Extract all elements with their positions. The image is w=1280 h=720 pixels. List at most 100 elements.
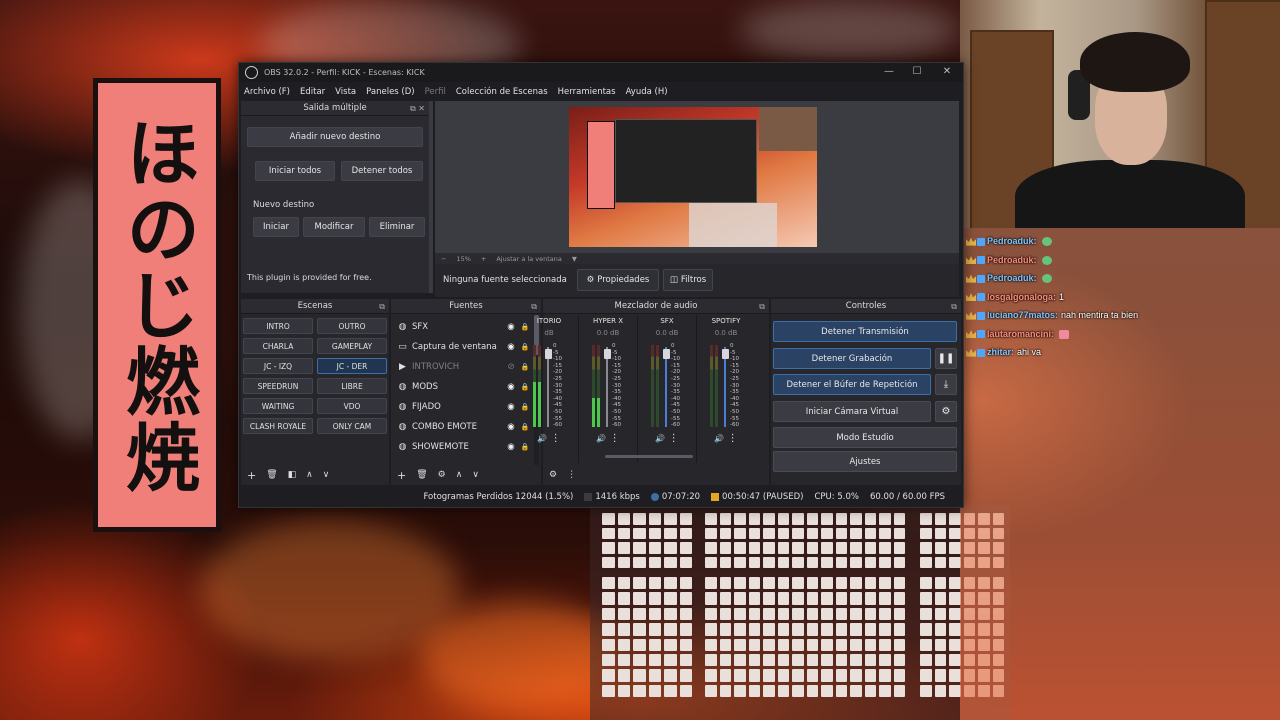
- delete-destination-button[interactable]: Eliminar: [369, 217, 425, 237]
- pause-icon[interactable]: ❚❚: [935, 348, 957, 369]
- menu-file[interactable]: Archivo (F): [239, 87, 295, 97]
- source-item[interactable]: ◍ SFX ◉ 🔒: [391, 317, 533, 337]
- scene-filter-icon[interactable]: ◧: [288, 470, 297, 480]
- volume-slider[interactable]: [544, 347, 552, 427]
- db-tick: -50: [730, 408, 739, 415]
- more-menu-icon[interactable]: ⋮: [665, 433, 679, 444]
- scene-button[interactable]: INTRO: [243, 318, 313, 334]
- eye-icon[interactable]: ◉: [505, 442, 517, 452]
- chevron-down-icon[interactable]: ▼: [572, 255, 577, 263]
- menu-scene-collection[interactable]: Colección de Escenas: [451, 87, 553, 97]
- speaker-icon[interactable]: 🔊: [596, 434, 606, 443]
- gear-icon[interactable]: ⚙: [438, 470, 446, 480]
- add-source-icon[interactable]: +: [397, 469, 406, 482]
- scene-button[interactable]: JC - DER: [317, 358, 387, 374]
- multi-output-scrollbar[interactable]: [429, 101, 433, 293]
- more-menu-icon[interactable]: ⋮: [606, 433, 620, 444]
- source-item[interactable]: ◍ FIJADO ◉ 🔒: [391, 397, 533, 417]
- slider-handle[interactable]: [662, 348, 670, 359]
- menu-tools[interactable]: Herramientas: [553, 87, 621, 97]
- source-item[interactable]: ▶ INTROVICH ⊘ 🔒: [391, 357, 533, 377]
- eye-icon[interactable]: ◉: [505, 342, 517, 352]
- menu-profile[interactable]: Perfil: [420, 87, 451, 97]
- settings-button[interactable]: Ajustes: [773, 451, 957, 472]
- scene-button[interactable]: GAMEPLAY: [317, 338, 387, 354]
- scene-button[interactable]: VDO: [317, 398, 387, 414]
- scene-button[interactable]: OUTRO: [317, 318, 387, 334]
- minimize-icon[interactable]: —: [879, 66, 899, 77]
- menu-edit[interactable]: Editar: [295, 87, 330, 97]
- crown-badge-icon: [966, 330, 976, 339]
- source-name: FIJADO: [412, 402, 441, 412]
- trash-icon[interactable]: 🗑: [416, 470, 427, 480]
- preview-area[interactable]: [435, 101, 959, 253]
- speaker-icon[interactable]: 🔊: [537, 434, 547, 443]
- start-virtual-camera-button[interactable]: Iniciar Cámara Virtual: [773, 401, 931, 422]
- eye-icon[interactable]: ◉: [505, 402, 517, 412]
- eye-icon[interactable]: ◉: [505, 382, 517, 392]
- dock-float-icon[interactable]: ⧉: [951, 300, 957, 314]
- stop-all-button[interactable]: Detener todos: [341, 161, 423, 181]
- save-replay-icon[interactable]: ⤓: [935, 374, 957, 395]
- filters-button[interactable]: ◫ Filtros: [663, 269, 713, 291]
- scene-button[interactable]: LIBRE: [317, 378, 387, 394]
- menu-docks[interactable]: Paneles (D): [361, 87, 419, 97]
- dock-float-icon[interactable]: ⧉: [531, 300, 537, 314]
- move-down-icon[interactable]: ∨: [323, 470, 330, 480]
- scene-button[interactable]: SPEEDRUN: [243, 378, 313, 394]
- dock-float-close-icons[interactable]: ⧉ ✕: [410, 102, 425, 116]
- menu-help[interactable]: Ayuda (H): [621, 87, 673, 97]
- stop-stream-button[interactable]: Detener Transmisión: [773, 321, 957, 342]
- stop-recording-button[interactable]: Detener Grabación: [773, 348, 931, 369]
- source-item[interactable]: ◍ MODS ◉ 🔒: [391, 377, 533, 397]
- scene-button[interactable]: WAITING: [243, 398, 313, 414]
- scene-button[interactable]: CHARLA: [243, 338, 313, 354]
- source-item[interactable]: ◍ COMBO EMOTE ◉ 🔒: [391, 417, 533, 437]
- scene-button[interactable]: CLASH ROYALE: [243, 418, 313, 434]
- dock-float-icon[interactable]: ⧉: [759, 300, 765, 314]
- smoke-effect: [740, 0, 960, 60]
- preview-canvas[interactable]: [569, 107, 817, 247]
- maximize-icon[interactable]: ☐: [907, 66, 927, 77]
- more-menu-icon[interactable]: ⋮: [567, 470, 576, 480]
- slider-handle[interactable]: [544, 348, 552, 359]
- volume-slider[interactable]: [603, 347, 611, 427]
- scene-button[interactable]: ONLY CAM: [317, 418, 387, 434]
- start-all-button[interactable]: Iniciar todos: [255, 161, 335, 181]
- properties-button[interactable]: ⚙ Propiedades: [577, 269, 659, 291]
- eye-icon[interactable]: ◉: [505, 322, 517, 332]
- slider-handle[interactable]: [603, 348, 611, 359]
- dock-float-icon[interactable]: ⧉: [379, 300, 385, 314]
- webcam-feed: [960, 0, 1280, 228]
- close-icon[interactable]: ✕: [937, 66, 957, 77]
- move-up-icon[interactable]: ∧: [456, 470, 463, 480]
- zoom-in-icon[interactable]: +: [481, 255, 486, 263]
- eye-hidden-icon[interactable]: ⊘: [505, 362, 517, 372]
- gear-icon[interactable]: ⚙: [935, 401, 957, 422]
- studio-mode-button[interactable]: Modo Estudio: [773, 427, 957, 448]
- speaker-icon[interactable]: 🔊: [714, 434, 724, 443]
- volume-slider[interactable]: [662, 347, 670, 427]
- stop-replay-buffer-button[interactable]: Detener el Búfer de Repetición: [773, 374, 931, 395]
- move-down-icon[interactable]: ∨: [472, 470, 479, 480]
- add-scene-icon[interactable]: +: [247, 469, 256, 482]
- menu-view[interactable]: Vista: [330, 87, 361, 97]
- more-menu-icon[interactable]: ⋮: [724, 433, 738, 444]
- modify-destination-button[interactable]: Modificar: [303, 217, 365, 237]
- slider-handle[interactable]: [721, 348, 729, 359]
- scene-button[interactable]: JC - IZQ: [243, 358, 313, 374]
- zoom-out-icon[interactable]: −: [441, 255, 446, 263]
- source-item[interactable]: ▭ Captura de ventana ◉ 🔒: [391, 337, 533, 357]
- source-item[interactable]: ◍ SHOWEMOTE ◉ 🔒: [391, 437, 533, 457]
- volume-slider[interactable]: [721, 347, 729, 427]
- add-destination-button[interactable]: Añadir nuevo destino: [247, 127, 423, 147]
- zoom-fit-label[interactable]: Ajustar a la ventana: [496, 255, 562, 263]
- eye-icon[interactable]: ◉: [505, 422, 517, 432]
- start-destination-button[interactable]: Iniciar: [253, 217, 299, 237]
- mixer-scrollbar[interactable]: [605, 455, 693, 458]
- speaker-icon[interactable]: 🔊: [655, 434, 665, 443]
- trash-icon[interactable]: 🗑: [266, 470, 277, 480]
- move-up-icon[interactable]: ∧: [306, 470, 313, 480]
- mixer-link-icon[interactable]: ⚙: [549, 470, 557, 480]
- more-menu-icon[interactable]: ⋮: [547, 433, 561, 444]
